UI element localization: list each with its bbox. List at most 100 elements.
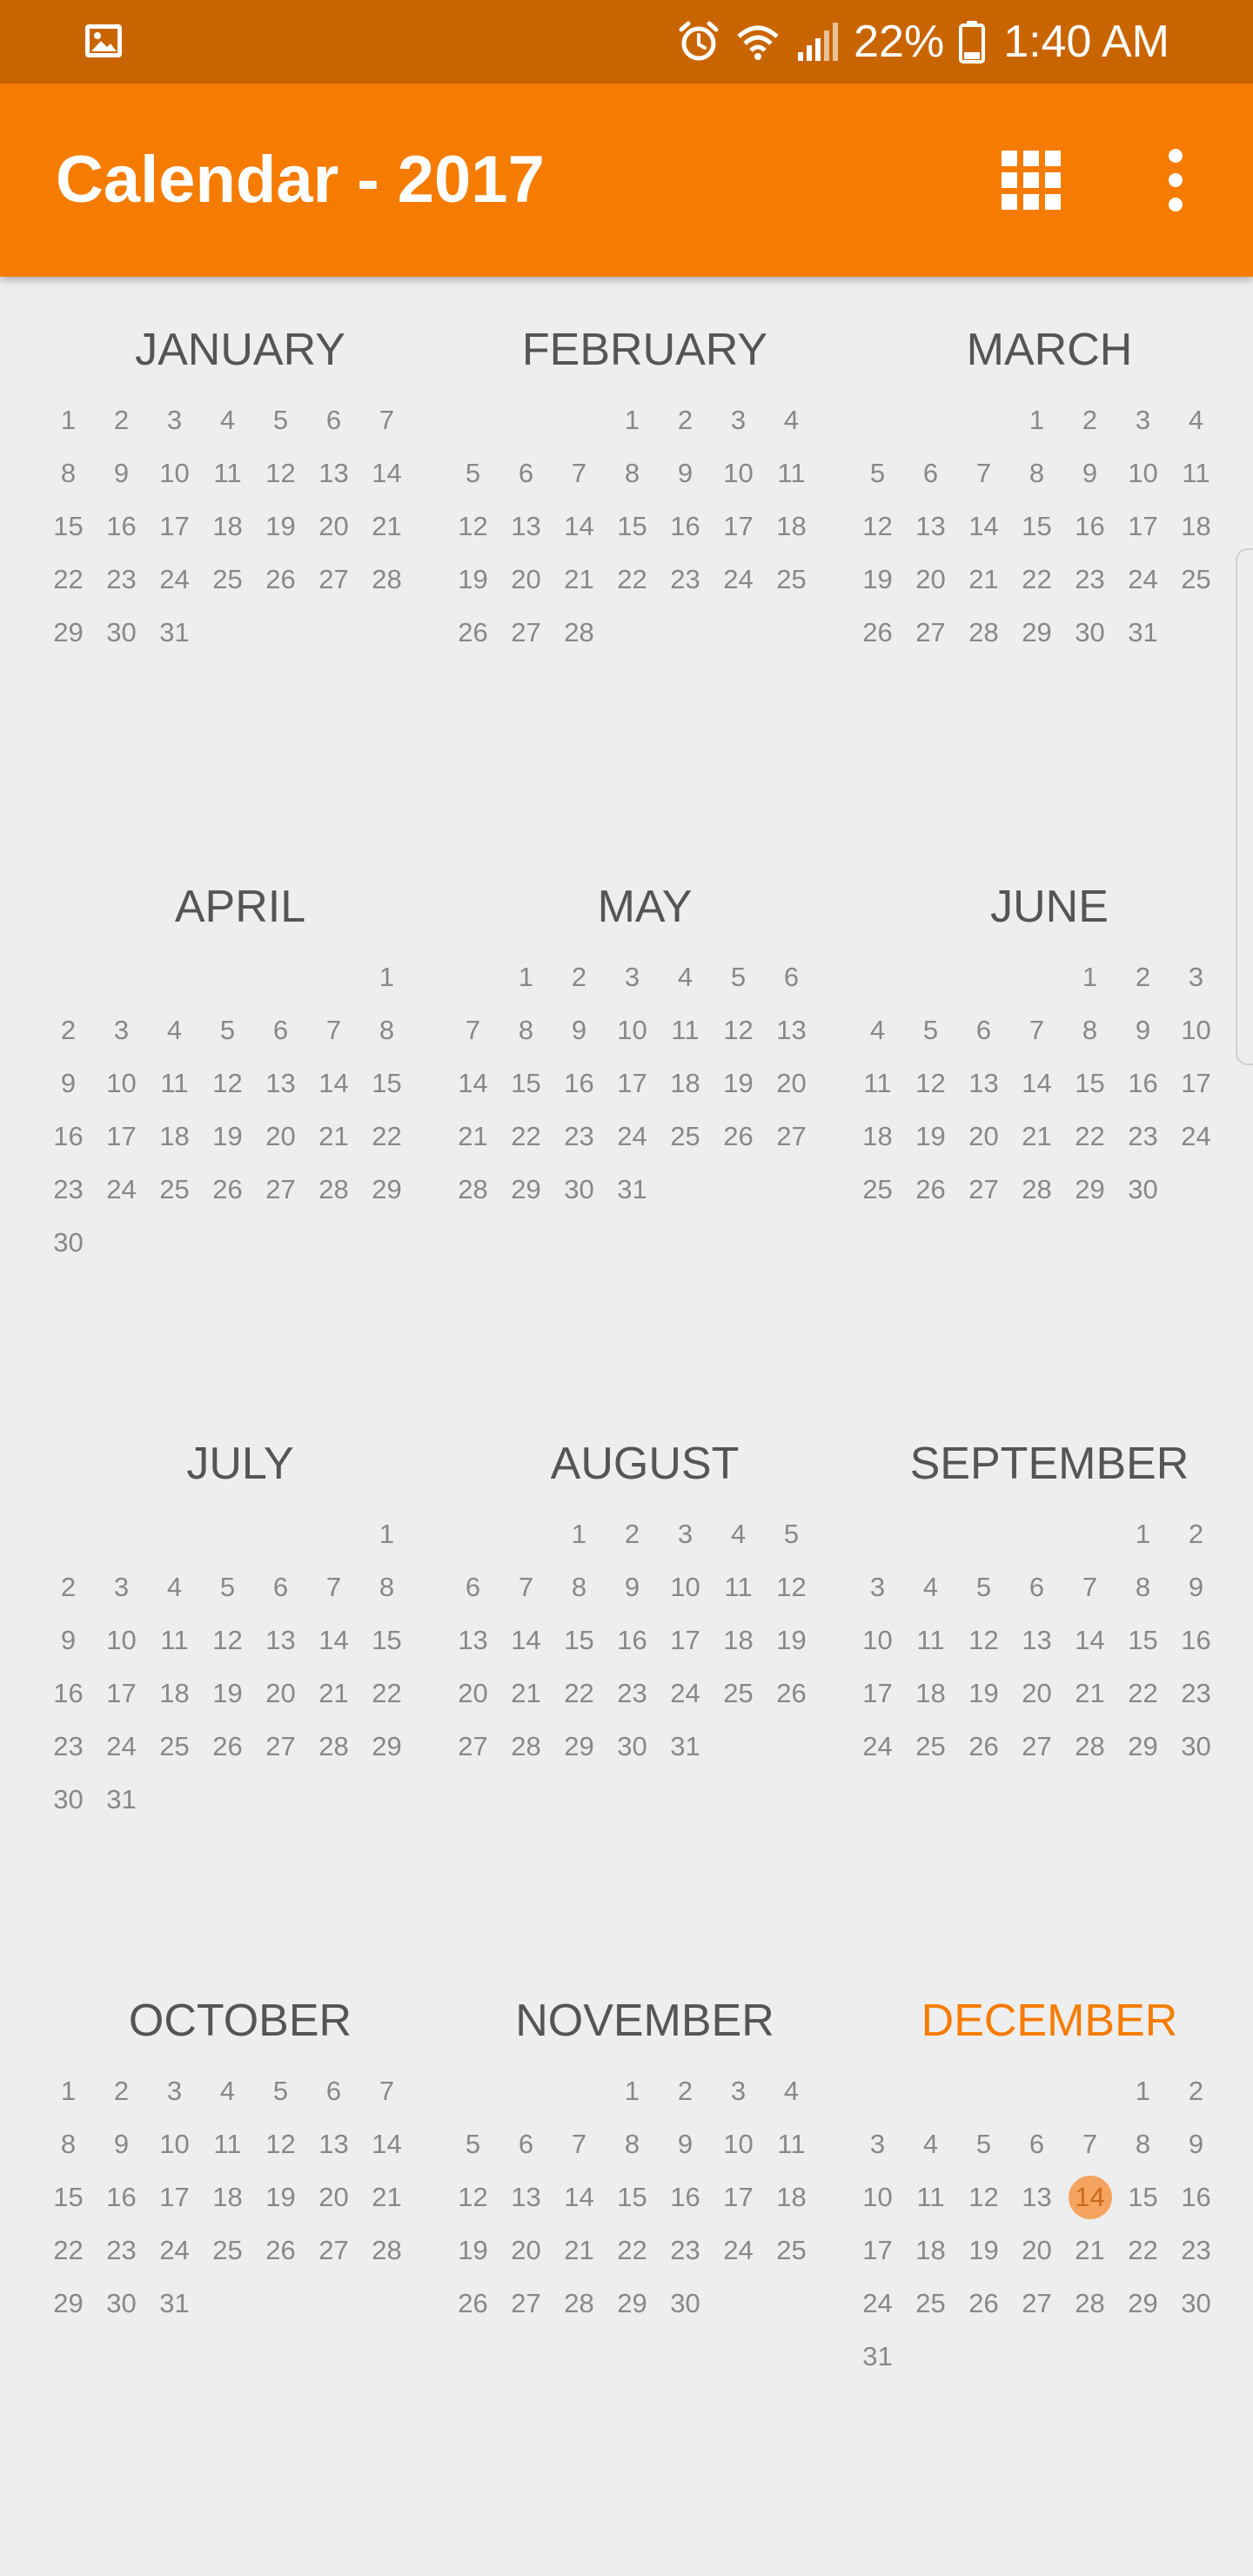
day-cell[interactable]: 17 <box>712 2170 765 2224</box>
day-cell[interactable]: 18 <box>712 1613 765 1667</box>
day-cell[interactable]: 21 <box>1010 1110 1063 1163</box>
day-cell[interactable]: 27 <box>254 1720 307 1773</box>
day-cell[interactable]: 14 <box>360 2117 413 2170</box>
day-cell[interactable]: 31 <box>606 1163 659 1216</box>
day-cell[interactable]: 19 <box>446 2224 499 2277</box>
day-cell[interactable]: 17 <box>712 500 765 553</box>
day-cell[interactable]: 12 <box>904 1057 957 1110</box>
day-cell[interactable]: 23 <box>606 1667 659 1720</box>
day-cell[interactable]: 8 <box>606 446 659 500</box>
day-cell[interactable]: 5 <box>765 1507 818 1560</box>
day-cell[interactable]: 27 <box>904 606 957 659</box>
day-cell[interactable]: 30 <box>95 606 148 659</box>
day-cell[interactable]: 30 <box>1116 1163 1169 1216</box>
day-cell[interactable]: 23 <box>1063 553 1116 606</box>
day-cell[interactable]: 19 <box>201 1667 254 1720</box>
day-cell[interactable]: 26 <box>712 1110 765 1163</box>
day-cell[interactable]: 26 <box>254 2224 307 2277</box>
day-cell[interactable]: 27 <box>307 2224 360 2277</box>
day-cell[interactable]: 2 <box>659 2064 712 2117</box>
day-cell[interactable]: 6 <box>254 1560 307 1613</box>
day-cell[interactable]: 24 <box>712 553 765 606</box>
day-cell[interactable]: 16 <box>659 500 712 553</box>
day-cell[interactable]: 20 <box>254 1667 307 1720</box>
day-cell[interactable]: 1 <box>1116 1507 1169 1560</box>
day-cell[interactable]: 7 <box>307 1003 360 1057</box>
day-cell[interactable]: 5 <box>957 2117 1010 2170</box>
day-cell[interactable]: 23 <box>659 2224 712 2277</box>
day-cell[interactable]: 15 <box>499 1057 553 1110</box>
day-cell[interactable]: 11 <box>659 1003 712 1057</box>
day-cell[interactable]: 15 <box>1010 500 1063 553</box>
day-cell[interactable]: 12 <box>765 1560 818 1613</box>
day-cell[interactable]: 15 <box>1116 1613 1169 1667</box>
day-cell[interactable]: 28 <box>360 2224 413 2277</box>
day-cell[interactable]: 21 <box>307 1110 360 1163</box>
day-cell[interactable]: 21 <box>1063 2224 1116 2277</box>
day-cell[interactable]: 7 <box>307 1560 360 1613</box>
day-cell[interactable]: 11 <box>201 446 254 500</box>
day-cell[interactable]: 6 <box>499 446 553 500</box>
day-cell[interactable]: 27 <box>1010 2277 1063 2330</box>
day-cell[interactable]: 29 <box>499 1163 553 1216</box>
day-cell[interactable]: 15 <box>42 500 95 553</box>
day-cell[interactable]: 3 <box>95 1003 148 1057</box>
day-cell[interactable]: 17 <box>1169 1057 1223 1110</box>
day-cell[interactable]: 27 <box>499 606 553 659</box>
day-cell[interactable]: 12 <box>446 2170 499 2224</box>
day-cell[interactable]: 2 <box>659 393 712 446</box>
day-cell[interactable]: 4 <box>1169 393 1223 446</box>
day-cell[interactable]: 6 <box>307 393 360 446</box>
day-cell[interactable]: 14 <box>957 500 1010 553</box>
day-cell[interactable]: 18 <box>851 1110 904 1163</box>
day-cell[interactable]: 28 <box>1063 1720 1116 1773</box>
day-cell[interactable]: 17 <box>148 500 201 553</box>
day-cell[interactable]: 22 <box>1063 1110 1116 1163</box>
day-cell[interactable]: 19 <box>446 553 499 606</box>
day-cell[interactable]: 4 <box>148 1560 201 1613</box>
day-cell[interactable]: 31 <box>659 1720 712 1773</box>
day-cell[interactable]: 20 <box>446 1667 499 1720</box>
day-cell[interactable]: 7 <box>360 2064 413 2117</box>
day-cell[interactable]: 6 <box>254 1003 307 1057</box>
day-cell[interactable]: 17 <box>148 2170 201 2224</box>
day-cell[interactable]: 16 <box>95 500 148 553</box>
day-cell[interactable]: 18 <box>765 2170 818 2224</box>
day-cell[interactable]: 20 <box>499 2224 553 2277</box>
day-cell[interactable]: 26 <box>851 606 904 659</box>
day-cell[interactable]: 3 <box>712 393 765 446</box>
day-cell[interactable]: 20 <box>499 553 553 606</box>
day-cell[interactable]: 19 <box>765 1613 818 1667</box>
day-cell[interactable]: 3 <box>851 1560 904 1613</box>
day-cell[interactable]: 9 <box>659 446 712 500</box>
day-cell[interactable]: 7 <box>360 393 413 446</box>
day-cell[interactable]: 15 <box>360 1057 413 1110</box>
day-cell[interactable]: 13 <box>765 1003 818 1057</box>
day-cell[interactable]: 13 <box>904 500 957 553</box>
day-cell[interactable]: 20 <box>904 553 957 606</box>
day-cell[interactable]: 1 <box>499 950 553 1003</box>
day-cell[interactable]: 2 <box>42 1560 95 1613</box>
day-cell[interactable]: 21 <box>1063 1667 1116 1720</box>
day-cell[interactable]: 19 <box>957 2224 1010 2277</box>
day-cell[interactable]: 29 <box>1116 2277 1169 2330</box>
day-cell[interactable]: 20 <box>307 500 360 553</box>
day-cell[interactable]: 10 <box>851 1613 904 1667</box>
day-cell[interactable]: 30 <box>553 1163 606 1216</box>
day-cell[interactable]: 24 <box>1169 1110 1223 1163</box>
day-cell[interactable]: 5 <box>446 2117 499 2170</box>
day-cell[interactable]: 23 <box>553 1110 606 1163</box>
day-cell[interactable]: 5 <box>712 950 765 1003</box>
day-cell[interactable]: 29 <box>360 1720 413 1773</box>
day-cell[interactable]: 10 <box>148 446 201 500</box>
day-cell[interactable]: 24 <box>851 2277 904 2330</box>
day-cell[interactable]: 26 <box>765 1667 818 1720</box>
day-cell[interactable]: 17 <box>851 2224 904 2277</box>
day-today[interactable]: 14 <box>1063 2170 1116 2224</box>
day-cell[interactable]: 15 <box>553 1613 606 1667</box>
day-cell[interactable]: 2 <box>42 1003 95 1057</box>
day-cell[interactable]: 22 <box>499 1110 553 1163</box>
day-cell[interactable]: 30 <box>1169 2277 1223 2330</box>
day-cell[interactable]: 30 <box>42 1773 95 1826</box>
day-cell[interactable]: 18 <box>659 1057 712 1110</box>
